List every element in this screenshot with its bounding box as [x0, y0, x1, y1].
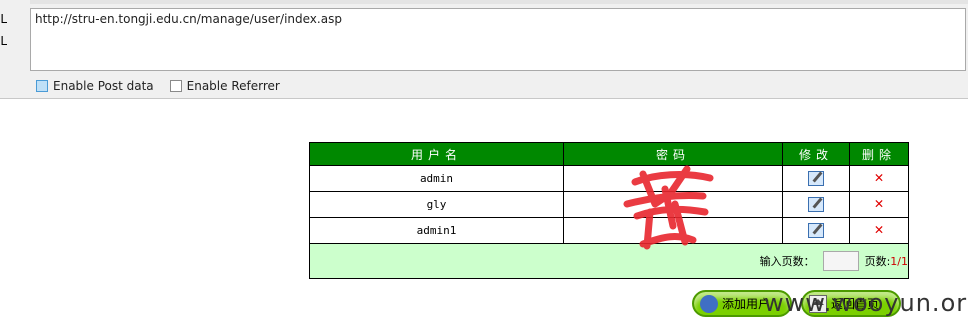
- edit-icon[interactable]: [808, 197, 824, 212]
- watermark: www.wooyun.org: [764, 289, 968, 317]
- username-cell: admin: [309, 165, 564, 192]
- edit-cell: [782, 191, 850, 218]
- table-row: gly ✕: [309, 191, 909, 218]
- delete-icon[interactable]: ✕: [874, 170, 883, 185]
- username-cell: gly: [309, 191, 564, 218]
- page-number-input[interactable]: [822, 251, 859, 271]
- add-user-label: 添加用户: [722, 297, 771, 311]
- username-cell: admin1: [309, 217, 564, 244]
- side-labels: RL RL e: [0, 8, 30, 74]
- edit-icon[interactable]: [808, 171, 824, 186]
- page-input-label: 输入页数：: [759, 255, 815, 268]
- enable-referrer-checkbox[interactable]: [169, 80, 182, 92]
- enable-referrer-option[interactable]: Enable Referrer: [169, 79, 280, 93]
- enable-post-checkbox[interactable]: [36, 80, 48, 92]
- table-header-row: 用户名 密码 修改 删除: [309, 142, 909, 166]
- delete-cell: ✕: [849, 165, 909, 192]
- delete-icon[interactable]: ✕: [874, 196, 883, 211]
- side-label-split-url[interactable]: RL: [0, 30, 7, 52]
- side-label-load-url[interactable]: RL: [0, 8, 7, 30]
- table-row: admin ✕: [309, 165, 909, 192]
- enable-post-option[interactable]: Enable Post data: [36, 79, 154, 93]
- pages-value: 1/1: [890, 254, 908, 268]
- redaction-scribble: [623, 165, 714, 250]
- delete-cell: ✕: [849, 191, 909, 218]
- header-edit: 修改: [782, 142, 850, 166]
- table-row: admin1 ✕: [309, 217, 909, 244]
- enable-post-label: Enable Post data: [53, 79, 154, 93]
- user-table: 用户名 密码 修改 删除 admin ✕ gly ✕ admin1 ✕ 输入页数…: [309, 142, 909, 279]
- header-username: 用户名: [309, 142, 564, 166]
- header-delete: 删除: [849, 142, 909, 166]
- toolbar-strip: [30, 0, 968, 4]
- delete-icon[interactable]: ✕: [874, 222, 883, 237]
- hackbar-panel: RL RL e http://stru-en.tongji.edu.cn/man…: [0, 0, 968, 99]
- delete-cell: ✕: [849, 217, 909, 244]
- pager-cell: 输入页数： 页数: 1/1: [309, 243, 909, 279]
- edit-cell: [782, 217, 850, 244]
- users-icon: [700, 294, 718, 313]
- enable-referrer-label: Enable Referrer: [186, 79, 280, 93]
- hackbar-options: Enable Post data Enable Referrer: [36, 79, 296, 93]
- url-input[interactable]: http://stru-en.tongji.edu.cn/manage/user…: [30, 8, 966, 71]
- header-password: 密码: [563, 142, 783, 166]
- pager-row: 输入页数： 页数: 1/1: [309, 243, 909, 279]
- edit-icon[interactable]: [808, 223, 824, 238]
- edit-cell: [782, 165, 850, 192]
- pages-label: 页数:: [864, 255, 891, 268]
